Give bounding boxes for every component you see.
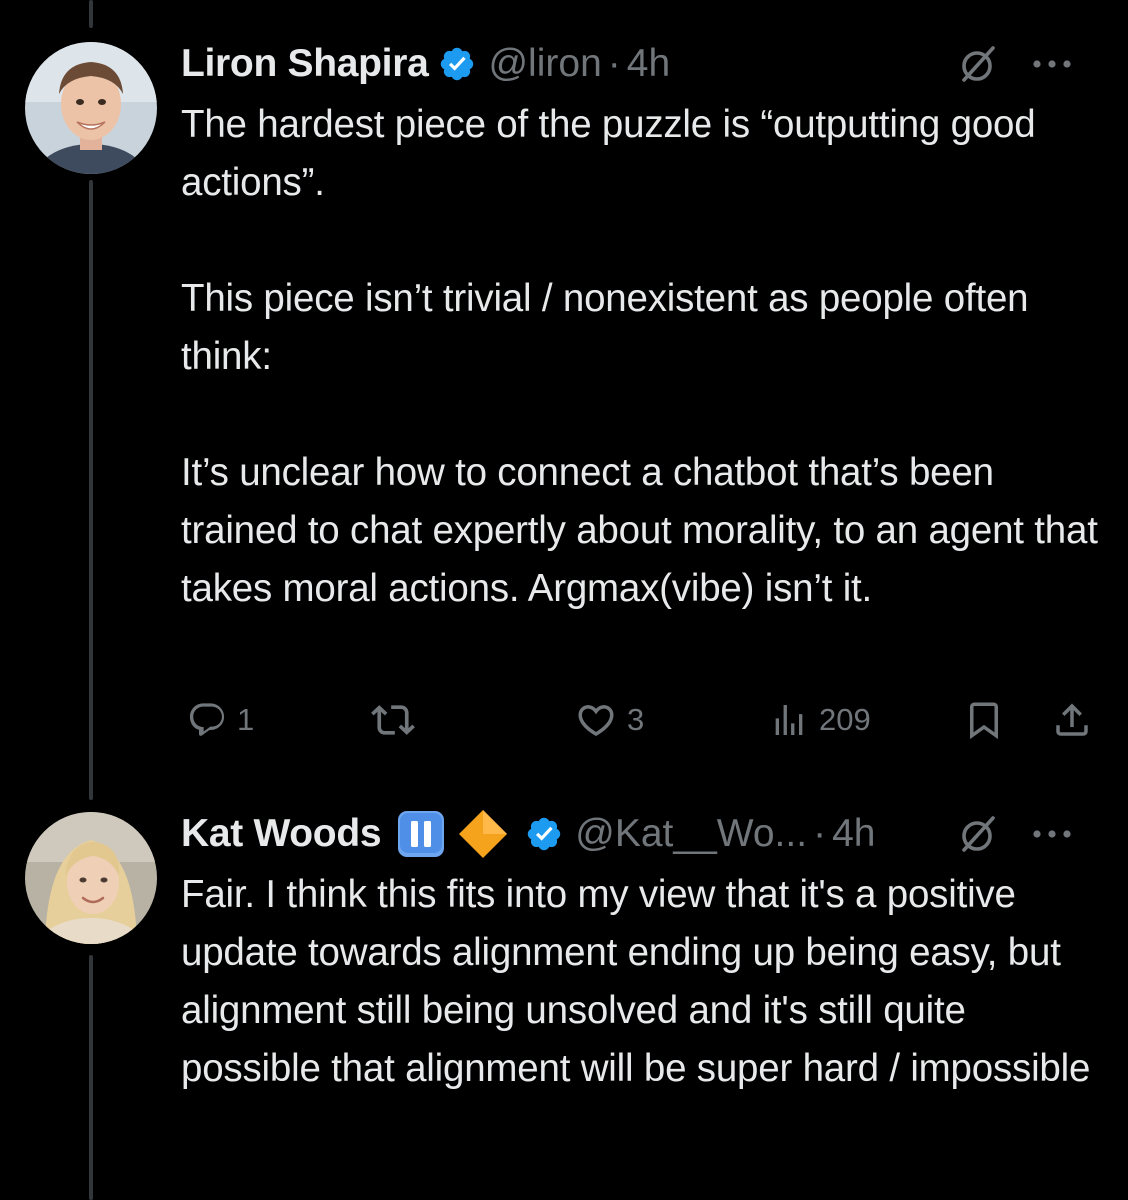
verified-badge-icon (441, 47, 474, 81)
thread-line-main (89, 180, 93, 800)
display-name[interactable]: Liron Shapira (181, 42, 429, 86)
bookmark-icon (970, 702, 998, 740)
separator-dot: · (813, 812, 827, 855)
reply-icon (189, 703, 225, 736)
verified-badge-icon (528, 817, 561, 851)
avatar-liron[interactable] (25, 42, 157, 174)
tweet-text-kat: Fair. I think this fits into my view tha… (181, 866, 1101, 1098)
thread-line-top (89, 0, 93, 28)
views-count: 209 (819, 702, 871, 737)
like-button[interactable]: 3 (575, 692, 644, 748)
reply-count: 1 (237, 702, 255, 737)
bookmark-button[interactable] (963, 692, 1005, 748)
views-icon (775, 705, 803, 735)
pause-button-emoji-icon (398, 811, 445, 857)
retweet-button[interactable] (371, 692, 425, 748)
grok-icon[interactable] (957, 812, 1001, 856)
grok-icon[interactable] (957, 42, 1001, 86)
handle[interactable]: @liron (488, 42, 601, 86)
thread-line-bottom (89, 955, 93, 1200)
tweet-paragraph: Fair. I think this fits into my view tha… (181, 873, 1091, 1090)
tweet-header-kat: Kat Woods @Kat__Wo... · 4h (181, 802, 1101, 866)
timestamp[interactable]: 4h (627, 42, 670, 86)
tweet-header-liron: Liron Shapira @liron · 4h (181, 32, 1101, 96)
more-icon[interactable] (1031, 57, 1073, 71)
orange-diamond-emoji-icon (459, 810, 508, 858)
avatar-kat-image (25, 812, 157, 944)
timestamp[interactable]: 4h (832, 812, 875, 856)
views-button[interactable]: 209 (769, 692, 871, 748)
like-count: 3 (627, 702, 645, 737)
tweet-paragraph: It’s unclear how to connect a chatbot th… (181, 451, 1098, 610)
tweet-text-liron: The hardest piece of the puzzle is “outp… (181, 96, 1101, 618)
heart-icon (578, 705, 614, 737)
header-actions (957, 812, 1073, 856)
tweet-paragraph: The hardest piece of the puzzle is “outp… (181, 103, 1036, 204)
more-icon[interactable] (1031, 827, 1073, 841)
avatar-liron-image (25, 42, 157, 174)
header-actions (957, 42, 1073, 86)
tweet-actions: 1 3 209 (181, 692, 1101, 748)
tweet-paragraph: This piece isn’t trivial / nonexistent a… (181, 277, 1029, 378)
share-button[interactable] (1051, 692, 1093, 748)
separator-dot: · (607, 42, 621, 85)
handle[interactable]: @Kat__Wo... (575, 812, 807, 856)
share-icon (1056, 703, 1088, 736)
retweet-icon (371, 705, 415, 735)
display-name[interactable]: Kat Woods (181, 812, 382, 856)
avatar-kat[interactable] (25, 812, 157, 944)
reply-button[interactable]: 1 (187, 692, 254, 748)
